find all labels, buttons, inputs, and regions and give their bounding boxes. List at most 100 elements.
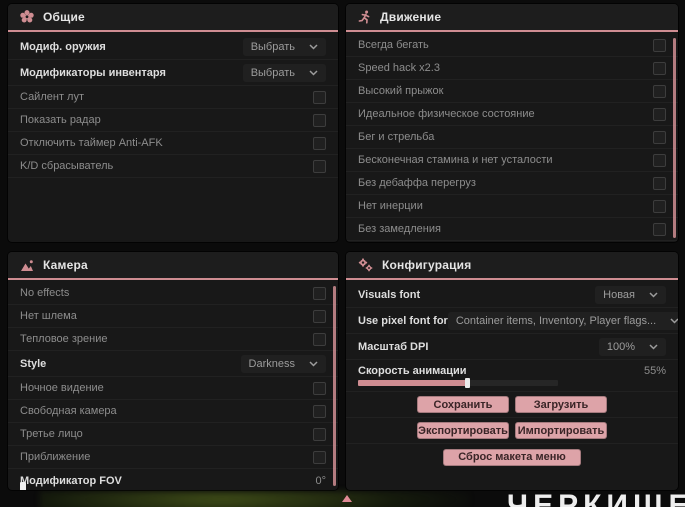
- dropdown-value: Выбрать: [250, 40, 295, 53]
- checkbox[interactable]: [653, 153, 666, 167]
- checkbox[interactable]: [313, 309, 326, 323]
- player-marker-icon: [342, 495, 352, 502]
- row-label: Приближение: [20, 451, 91, 463]
- inventory-mods-dropdown[interactable]: Выбрать: [243, 64, 326, 82]
- panel-general-header[interactable]: Общие: [8, 4, 338, 32]
- row-label: Бесконечная стамина и нет усталости: [358, 154, 553, 166]
- checkbox[interactable]: [313, 332, 326, 346]
- row-inventory-mods: Модификаторы инвентаря Выбрать: [8, 60, 338, 86]
- checkbox[interactable]: [653, 222, 666, 236]
- chevron-down-icon: [309, 69, 318, 76]
- checkbox[interactable]: [653, 84, 666, 98]
- runner-icon: [358, 10, 371, 24]
- checkbox[interactable]: [653, 107, 666, 121]
- chevron-down-icon: [309, 360, 318, 367]
- panel-general-body: Модиф. оружия Выбрать Модификаторы инвен…: [8, 34, 338, 242]
- gears-icon: [358, 258, 373, 272]
- dropdown-value: Darkness: [248, 357, 295, 370]
- checkbox[interactable]: [653, 38, 666, 52]
- slider-handle[interactable]: [465, 378, 470, 388]
- checkbox[interactable]: [313, 286, 326, 300]
- row-style: Style Darkness: [8, 351, 338, 377]
- row-show-radar: Показать радар: [8, 109, 338, 132]
- row-label: Use pixel font for: [358, 314, 448, 327]
- row-label: Всегда бегать: [358, 39, 429, 51]
- animation-speed-slider[interactable]: [358, 378, 558, 388]
- panel-movement: Движение Всегда бегать Speed hack x2.3 В…: [346, 4, 678, 242]
- checkbox[interactable]: [313, 427, 326, 441]
- row-no-effects: No effects: [8, 282, 338, 305]
- row-free-camera: Свободная камера: [8, 400, 338, 423]
- visuals-font-dropdown[interactable]: Новая: [595, 286, 666, 304]
- row-third-person: Третье лицо: [8, 423, 338, 446]
- checkbox[interactable]: [653, 61, 666, 75]
- row-silent-loot: Сайлент лут: [8, 86, 338, 109]
- weapon-mods-dropdown[interactable]: Выбрать: [243, 38, 326, 56]
- row-label: Высокий прыжок: [358, 85, 444, 97]
- row-label: Style: [20, 357, 47, 370]
- row-pixel-font: Use pixel font for Container items, Inve…: [346, 308, 678, 334]
- checkbox[interactable]: [313, 381, 326, 395]
- checkbox[interactable]: [313, 113, 326, 127]
- row-label: Модификатор FOV: [20, 474, 122, 487]
- checkbox[interactable]: [313, 450, 326, 464]
- fov-slider-handle[interactable]: [20, 482, 26, 490]
- chevron-down-icon: [309, 43, 318, 50]
- panel-movement-header[interactable]: Движение: [346, 4, 678, 32]
- panel-camera-header[interactable]: Камера: [8, 252, 338, 280]
- row-label: Свободная камера: [20, 405, 117, 417]
- panel-title: Движение: [380, 10, 442, 24]
- row-label: Сайлент лут: [20, 91, 84, 103]
- pixel-font-dropdown[interactable]: Container items, Inventory, Player flags…: [448, 312, 678, 330]
- row-night-vision: Ночное видение: [8, 377, 338, 400]
- checkbox[interactable]: [313, 90, 326, 104]
- movement-scrollbar[interactable]: [673, 38, 676, 238]
- row-speed-hack: Speed hack x2.3: [346, 57, 678, 80]
- panel-title: Конфигурация: [382, 258, 472, 272]
- row-perfect-condition: Идеальное физическое состояние: [346, 103, 678, 126]
- row-label: No effects: [20, 287, 70, 299]
- import-button[interactable]: Импортировать: [515, 422, 607, 439]
- fov-value: 0°: [315, 474, 326, 487]
- chevron-down-icon: [649, 291, 658, 298]
- reset-layout-button[interactable]: Сброс макета меню: [443, 448, 581, 466]
- slider-fill: [358, 378, 470, 388]
- row-zoom: Приближение: [8, 446, 338, 469]
- style-dropdown[interactable]: Darkness: [241, 355, 326, 373]
- dropdown-value: 100%: [606, 340, 635, 353]
- button-row-export-import: Экспортировать Импортировать: [346, 418, 678, 444]
- row-thermal-vision: Тепловое зрение: [8, 328, 338, 351]
- row-weapon-mods: Модиф. оружия Выбрать: [8, 34, 338, 60]
- row-label: Модификаторы инвентаря: [20, 66, 166, 79]
- row-label: K/D сбрасыватель: [20, 160, 114, 172]
- row-label: Скорость анимации: [358, 365, 467, 377]
- dpi-scale-dropdown[interactable]: 100%: [599, 338, 666, 356]
- checkbox[interactable]: [313, 136, 326, 150]
- camera-scrollbar[interactable]: [333, 286, 336, 486]
- load-button[interactable]: Загрузить: [515, 396, 607, 413]
- checkbox[interactable]: [653, 176, 666, 190]
- row-label: Модиф. оружия: [20, 40, 106, 53]
- panel-config-header[interactable]: Конфигурация: [346, 252, 678, 280]
- export-button[interactable]: Экспортировать: [417, 422, 509, 439]
- panel-config: Конфигурация Visuals font Новая Use pixe…: [346, 252, 678, 490]
- row-label: Идеальное физическое состояние: [358, 108, 535, 120]
- row-label: Visuals font: [358, 288, 421, 301]
- row-no-overload-debuff: Без дебаффа перегруз: [346, 172, 678, 195]
- checkbox[interactable]: [653, 130, 666, 144]
- row-always-run: Всегда бегать: [346, 34, 678, 57]
- save-button[interactable]: Сохранить: [417, 396, 509, 413]
- row-label: Масштаб DPI: [358, 340, 429, 353]
- game-background: [40, 491, 470, 507]
- panel-title: Общие: [43, 10, 85, 24]
- checkbox[interactable]: [313, 404, 326, 418]
- row-label: Без замедления: [358, 223, 441, 235]
- checkbox[interactable]: [313, 159, 326, 173]
- row-animation-speed: Скорость анимации 55%: [346, 360, 678, 392]
- panel-config-body: Visuals font Новая Use pixel font for Co…: [346, 282, 678, 490]
- row-dpi-scale: Масштаб DPI 100%: [346, 334, 678, 360]
- row-label: Speed hack x2.3: [358, 62, 440, 74]
- row-infinite-stamina: Бесконечная стамина и нет усталости: [346, 149, 678, 172]
- panel-movement-body: Всегда бегать Speed hack x2.3 Высокий пр…: [346, 34, 678, 242]
- checkbox[interactable]: [653, 199, 666, 213]
